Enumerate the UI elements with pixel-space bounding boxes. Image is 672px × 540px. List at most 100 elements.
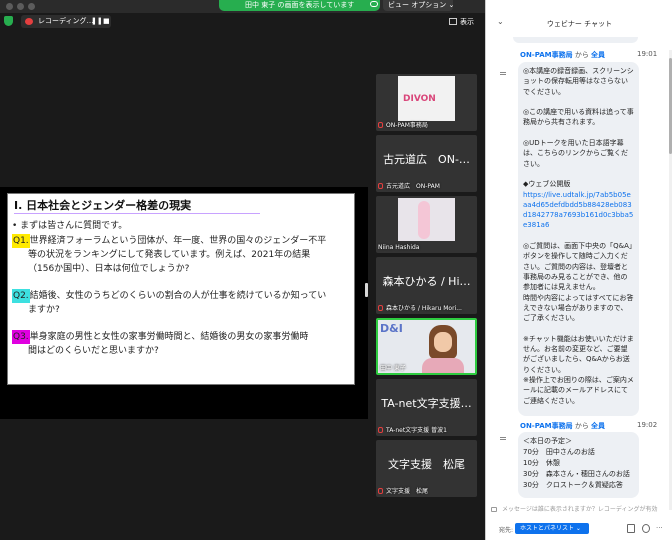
- resize-handle[interactable]: [365, 283, 368, 297]
- udtalk-link[interactable]: https://live.udtalk.jp/7ab5b05eaa4d65def…: [523, 191, 633, 230]
- more-icon[interactable]: ···: [656, 524, 664, 533]
- splitter: [368, 30, 376, 540]
- slide-title: Ⅰ. 日本社会とジェンダー格差の現実: [14, 199, 192, 212]
- muted-mic-icon: [378, 427, 383, 433]
- chat-input-placeholder: メッセージは誰に表示されますか？レコーディングが有効: [502, 506, 658, 513]
- participant-tile[interactable]: Niina Hashida: [376, 196, 477, 253]
- participant-name: Niina Hashida: [378, 244, 420, 251]
- participant-name: 田中 東子: [380, 365, 406, 372]
- active-speaker-tile[interactable]: D&I 田中 東子: [376, 318, 477, 375]
- logo-text: DIVON: [403, 94, 436, 104]
- share-banner-text: 田中 東子 の画面を表示しています: [245, 1, 355, 9]
- more-options-icon[interactable]: [500, 437, 506, 438]
- view-label: 表示: [460, 18, 474, 26]
- participant-tile[interactable]: DIVON ON-PAM事務局: [376, 74, 477, 131]
- close-window-icon[interactable]: [6, 3, 13, 10]
- participant-video: [398, 198, 455, 241]
- pause-recording-button[interactable]: ❚❚: [91, 15, 103, 28]
- q3-label: Q3.: [12, 330, 30, 344]
- chat-footer: 宛先: ホストとパネリスト ⌄ ···: [486, 522, 672, 536]
- webinar-chat-panel: ⌄ ウェビナー チャット ON-PAM事務局 から 全員 19:01 ◎本講座の…: [485, 0, 672, 540]
- recipient-selector[interactable]: ホストとパネリスト ⌄: [515, 523, 589, 534]
- q1-label: Q1.: [12, 234, 30, 248]
- chat-title: ウェビナー チャット: [546, 20, 613, 28]
- previous-message-bubble: [513, 37, 638, 43]
- q1-first-line: 世界経済フォーラムという団体が、年一度、世界の国々のジェンダー不平: [29, 236, 327, 246]
- message-text: ＜本日の予定＞ 70分 田中さんのお話 10分 休憩 30分 森本さん・穂田さん…: [523, 437, 630, 489]
- participant-display-name: 文字支援 松尾: [388, 458, 465, 471]
- muted-mic-icon: [378, 488, 383, 494]
- speaker-body: [422, 358, 464, 373]
- participant-tile[interactable]: 古元道広 ON-… 古元道広 ON-PAM: [376, 135, 477, 192]
- q3-rest: 間はどのくらいだと思いますか?: [28, 346, 159, 356]
- muted-mic-icon: [378, 183, 383, 189]
- person-silhouette: [418, 201, 430, 239]
- sender-name: ON-PAM事務局: [520, 51, 573, 59]
- file-icon[interactable]: [627, 524, 635, 533]
- chat-message: ◎本講座の録音録画、スクリーンショットの保存転用等はなさらないでください。 ◎こ…: [518, 62, 639, 416]
- recipient: 全員: [591, 51, 606, 59]
- participant-display-name: 森本ひかる / Hi…: [382, 275, 471, 288]
- view-button[interactable]: 表示: [449, 16, 483, 28]
- muted-mic-icon: [378, 305, 383, 311]
- muted-mic-icon: [378, 122, 383, 128]
- participant-tile[interactable]: 森本ひかる / Hi… 森本ひかる / Hikaru Mori...: [376, 257, 477, 314]
- question-3: Q3.単身家庭の男性と女性の家事労働時間と、結婚後の男女の家事労働時 間はどのく…: [12, 330, 352, 358]
- meeting-toolbar: レコーディング… ❚❚ ■ 表示: [0, 13, 485, 30]
- q2-rest: ますか?: [28, 305, 60, 315]
- grid-icon: [449, 18, 457, 25]
- message-text-2: ◎ご質問は、画面下中央の「Q&A」ボタンを操作して随時ご入力ください。ご質問の内…: [523, 242, 634, 405]
- message-time: 19:02: [637, 421, 658, 429]
- message-time: 19:01: [637, 50, 658, 58]
- cloud-icon: [370, 1, 378, 7]
- message-sender: ON-PAM事務局 から 全員: [520, 421, 605, 431]
- slide-intro: • まずは皆さんに質問です。: [12, 221, 128, 231]
- q3-first-line: 単身家庭の男性と女性の家事労働時間と、結婚後の男女の家事労働時: [29, 332, 309, 342]
- more-options-icon[interactable]: [500, 439, 506, 440]
- message-text: ◎本講座の録音録画、スクリーンショットの保存転用等はなさらないでください。 ◎こ…: [523, 67, 634, 189]
- participant-name: 古元道広 ON-PAM: [386, 183, 440, 190]
- message-icon: [491, 507, 497, 512]
- participant-name: TA-net文字支援 曽波1: [386, 427, 447, 434]
- sender-name: ON-PAM事務局: [520, 422, 573, 430]
- minimize-window-icon[interactable]: [17, 3, 24, 10]
- chat-header: ⌄ ウェビナー チャット: [486, 15, 672, 33]
- more-options-icon[interactable]: [500, 74, 506, 75]
- recipient: 全員: [591, 422, 606, 430]
- from-label: から: [572, 51, 592, 59]
- question-2: Q2.結婚後、女性のうちどのくらいの割合の人が仕事を続けているか知ってい ますか…: [12, 289, 352, 317]
- from-label: から: [572, 422, 592, 430]
- message-sender: ON-PAM事務局 から 全員: [520, 50, 605, 60]
- chat-input[interactable]: メッセージは誰に表示されますか？レコーディングが有効: [486, 504, 672, 516]
- security-shield-icon[interactable]: [4, 16, 13, 26]
- slide: Ⅰ. 日本社会とジェンダー格差の現実 • まずは皆さんに質問です。 Q1.世界経…: [7, 193, 355, 385]
- title-underline: [14, 213, 260, 214]
- stop-recording-button[interactable]: ■: [103, 15, 113, 28]
- participant-display-name: 古元道広 ON-…: [383, 153, 470, 166]
- participant-name: ON-PAM事務局: [386, 122, 428, 129]
- record-icon: [25, 18, 33, 25]
- recording-label: レコーディング…: [38, 17, 94, 25]
- maximize-window-icon[interactable]: [28, 3, 35, 10]
- q1-rest: 等の状況をランキングにして発表しています。例えば、2021年の結果 （156か国…: [28, 250, 311, 274]
- chat-message: ＜本日の予定＞ 70分 田中さんのお話 10分 休憩 30分 森本さん・穂田さん…: [518, 432, 639, 498]
- screen-share-banner[interactable]: 田中 東子 の画面を表示しています: [219, 0, 380, 11]
- participant-name: 森本ひかる / Hikaru Mori...: [386, 305, 462, 312]
- participant-display-name: TA-net文字支援…: [381, 397, 472, 410]
- participant-tile[interactable]: 文字支援 松尾 文字支援 松尾: [376, 440, 477, 497]
- slide-frame: Ⅰ. 日本社会とジェンダー格差の現実 • まずは皆さんに質問です。 Q1.世界経…: [0, 187, 368, 419]
- more-options-icon[interactable]: [500, 72, 506, 73]
- participant-tile[interactable]: TA-net文字支援… TA-net文字支援 曽波1: [376, 379, 477, 436]
- q2-label: Q2.: [12, 289, 30, 303]
- recording-indicator: レコーディング… ❚❚ ■: [21, 15, 111, 28]
- question-1: Q1.世界経済フォーラムという団体が、年一度、世界の国々のジェンダー不平 等の状…: [12, 234, 352, 276]
- q2-first-line: 結婚後、女性のうちどのくらいの割合の人が仕事を続けているか知ってい: [29, 291, 327, 301]
- window-titlebar: 田中 東子 の画面を表示しています ビュー オプション ⌄: [0, 0, 485, 13]
- logo-text: D&I: [380, 322, 403, 335]
- speaker-face: [434, 332, 452, 352]
- emoji-icon[interactable]: [642, 524, 650, 533]
- participant-video: DIVON: [398, 76, 455, 121]
- participant-name: 文字支援 松尾: [386, 488, 429, 495]
- panel-divider: [477, 30, 485, 540]
- view-options-button[interactable]: ビュー オプション ⌄: [383, 0, 454, 11]
